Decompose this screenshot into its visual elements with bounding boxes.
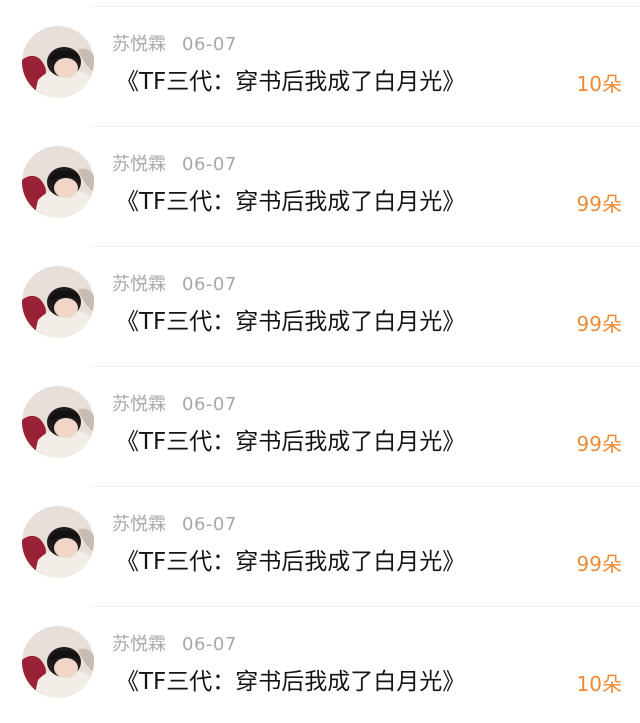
list-item[interactable]: 苏悦霖 06-07 《TF三代：穿书后我成了白月光》 99朵	[0, 240, 640, 360]
book-title[interactable]: 《TF三代：穿书后我成了白月光》	[116, 306, 465, 338]
list-item[interactable]: 苏悦霖 06-07 《TF三代：穿书后我成了白月光》 99朵	[0, 360, 640, 480]
record-date: 06-07	[182, 274, 237, 295]
author-name[interactable]: 苏悦霖	[112, 34, 166, 55]
list-item[interactable]: 苏悦霖 06-07 《TF三代：穿书后我成了白月光》 99朵	[0, 480, 640, 600]
book-title[interactable]: 《TF三代：穿书后我成了白月光》	[116, 666, 465, 698]
book-title[interactable]: 《TF三代：穿书后我成了白月光》	[116, 66, 465, 98]
author-name[interactable]: 苏悦霖	[112, 274, 166, 295]
record-date: 06-07	[182, 34, 237, 55]
record-meta: 苏悦霖 06-07	[112, 153, 237, 177]
avatar-photo-icon	[22, 266, 94, 338]
book-title[interactable]: 《TF三代：穿书后我成了白月光》	[116, 426, 465, 458]
avatar-photo-icon	[22, 26, 94, 98]
user-avatar[interactable]	[22, 386, 94, 458]
list-item[interactable]: 苏悦霖 06-07 《TF三代：穿书后我成了白月光》 99朵	[0, 120, 640, 240]
record-meta: 苏悦霖 06-07	[112, 33, 237, 57]
book-title[interactable]: 《TF三代：穿书后我成了白月光》	[116, 546, 465, 578]
list-item[interactable]: 苏悦霖 06-07 《TF三代：穿书后我成了白月光》 10朵	[0, 600, 640, 720]
user-avatar[interactable]	[22, 506, 94, 578]
gift-amount: 10朵	[576, 72, 622, 96]
author-name[interactable]: 苏悦霖	[112, 634, 166, 655]
avatar-photo-icon	[22, 146, 94, 218]
avatar-photo-icon	[22, 506, 94, 578]
record-meta: 苏悦霖 06-07	[112, 273, 237, 297]
record-date: 06-07	[182, 634, 237, 655]
book-title[interactable]: 《TF三代：穿书后我成了白月光》	[116, 186, 465, 218]
gift-amount: 99朵	[576, 432, 622, 456]
record-date: 06-07	[182, 154, 237, 175]
user-avatar[interactable]	[22, 146, 94, 218]
list-item[interactable]: 苏悦霖 06-07 《TF三代：穿书后我成了白月光》 10朵	[0, 0, 640, 120]
gift-record-list: 苏悦霖 06-07 《TF三代：穿书后我成了白月光》 10朵 苏悦霖 06-07 《…	[0, 0, 640, 723]
user-avatar[interactable]	[22, 26, 94, 98]
record-meta: 苏悦霖 06-07	[112, 633, 237, 657]
record-meta: 苏悦霖 06-07	[112, 393, 237, 417]
gift-amount: 99朵	[576, 192, 622, 216]
user-avatar[interactable]	[22, 266, 94, 338]
author-name[interactable]: 苏悦霖	[112, 394, 166, 415]
avatar-photo-icon	[22, 626, 94, 698]
gift-amount: 99朵	[576, 312, 622, 336]
avatar-photo-icon	[22, 386, 94, 458]
gift-amount: 99朵	[576, 552, 622, 576]
author-name[interactable]: 苏悦霖	[112, 514, 166, 535]
record-date: 06-07	[182, 394, 237, 415]
record-meta: 苏悦霖 06-07	[112, 513, 237, 537]
user-avatar[interactable]	[22, 626, 94, 698]
record-date: 06-07	[182, 514, 237, 535]
gift-amount: 10朵	[576, 672, 622, 696]
author-name[interactable]: 苏悦霖	[112, 154, 166, 175]
